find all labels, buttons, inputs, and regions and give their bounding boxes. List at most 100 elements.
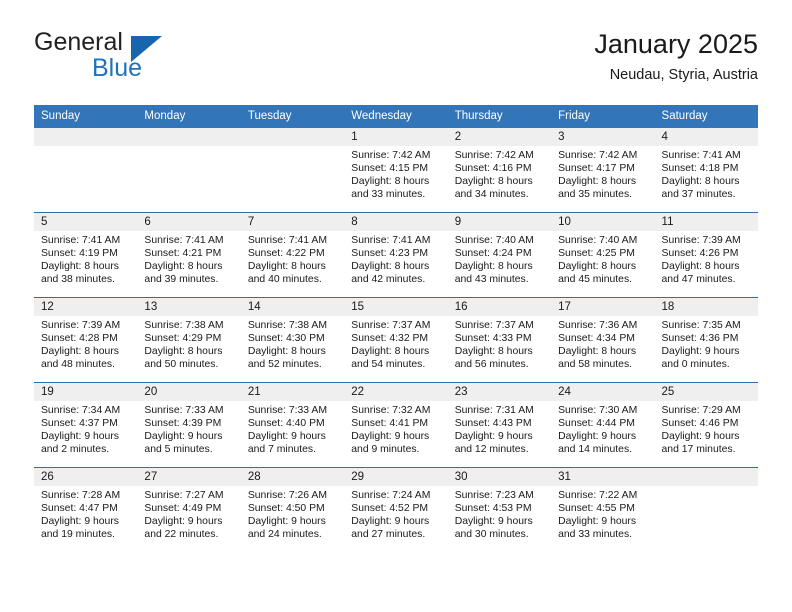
calendar-day-cell[interactable]: 1 Sunrise: 7:42 AM Sunset: 4:15 PM Daylight… (344, 128, 448, 213)
calendar-day-cell[interactable]: 15 Sunrise: 7:37 AM Sunset: 4:32 PM Dayligh… (344, 297, 448, 383)
calendar-day-cell[interactable]: 26 Sunrise: 7:28 AM Sunset: 4:47 PM Dayligh… (34, 467, 138, 552)
daylight-text-line1: Daylight: 9 hours (247, 515, 326, 527)
calendar-day-cell[interactable]: 17 Sunrise: 7:36 AM Sunset: 4:34 PM Dayligh… (551, 297, 655, 383)
daylight-text-line2: and 45 minutes. (558, 273, 633, 285)
day-details: Sunrise: 7:33 AM Sunset: 4:40 PM Daylight:… (241, 401, 344, 457)
sunset-text: Sunset: 4:33 PM (454, 332, 532, 344)
day-details: Sunrise: 7:42 AM Sunset: 4:17 PM Daylight:… (551, 146, 654, 202)
day-details: Sunrise: 7:27 AM Sunset: 4:49 PM Daylight:… (137, 486, 240, 542)
day-number: 17 (551, 298, 655, 316)
sunrise-text: Sunrise: 7:41 AM (247, 235, 327, 246)
day-details: Sunrise: 7:31 AM Sunset: 4:43 PM Daylight:… (448, 401, 551, 457)
calendar-day-cell[interactable]: 25 Sunrise: 7:29 AM Sunset: 4:46 PM Dayligh… (654, 382, 758, 468)
calendar-day-cell-empty (34, 128, 138, 213)
calendar-day-cell[interactable]: 10 Sunrise: 7:40 AM Sunset: 4:25 PM Dayligh… (551, 212, 655, 298)
calendar-day-cell[interactable]: 12 Sunrise: 7:39 AM Sunset: 4:28 PM Dayligh… (34, 297, 138, 383)
daylight-text-line1: Daylight: 9 hours (558, 430, 637, 442)
daylight-text-line1: Daylight: 9 hours (144, 515, 223, 527)
calendar-day-cell[interactable]: 4 Sunrise: 7:41 AM Sunset: 4:18 PM Daylight… (654, 128, 758, 213)
calendar-day-cell[interactable]: 5 Sunrise: 7:41 AM Sunset: 4:19 PM Daylight… (34, 212, 138, 298)
day-details: Sunrise: 7:26 AM Sunset: 4:50 PM Daylight:… (241, 486, 344, 542)
daylight-text-line2: and 54 minutes. (351, 358, 426, 370)
calendar-day-cell[interactable]: 29 Sunrise: 7:24 AM Sunset: 4:52 PM Dayligh… (344, 467, 448, 552)
page-header: General Blue January 2025 Neudau, Styria… (34, 28, 758, 96)
calendar-day-cell[interactable]: 6 Sunrise: 7:41 AM Sunset: 4:21 PM Daylight… (137, 212, 241, 298)
calendar-day-cell[interactable]: 30 Sunrise: 7:23 AM Sunset: 4:53 PM Dayligh… (447, 467, 552, 552)
sunset-text: Sunset: 4:26 PM (661, 247, 739, 259)
day-number (34, 128, 138, 146)
calendar-day-cell[interactable]: 8 Sunrise: 7:41 AM Sunset: 4:23 PM Daylight… (344, 212, 448, 298)
sunset-text: Sunset: 4:28 PM (41, 332, 118, 344)
sunset-text: Sunset: 4:21 PM (144, 247, 222, 259)
day-details: Sunrise: 7:22 AM Sunset: 4:55 PM Daylight:… (551, 486, 654, 542)
sunset-text: Sunset: 4:17 PM (558, 162, 635, 174)
sunset-text: Sunset: 4:36 PM (661, 332, 739, 344)
calendar-day-cell[interactable]: 20 Sunrise: 7:33 AM Sunset: 4:39 PM Dayligh… (137, 382, 241, 468)
day-details: Sunrise: 7:42 AM Sunset: 4:16 PM Daylight:… (448, 146, 551, 202)
day-details: Sunrise: 7:29 AM Sunset: 4:46 PM Daylight:… (655, 401, 758, 457)
daylight-text-line1: Daylight: 9 hours (454, 430, 533, 442)
calendar-day-cell[interactable]: 3 Sunrise: 7:42 AM Sunset: 4:17 PM Daylight… (551, 128, 655, 213)
daylight-text-line2: and 14 minutes. (558, 443, 633, 455)
calendar-day-cell[interactable]: 31 Sunrise: 7:22 AM Sunset: 4:55 PM Dayligh… (551, 467, 655, 552)
daylight-text-line2: and 39 minutes. (144, 273, 219, 285)
calendar-day-cell[interactable]: 2 Sunrise: 7:42 AM Sunset: 4:16 PM Daylight… (447, 128, 552, 213)
sunset-text: Sunset: 4:32 PM (351, 332, 429, 344)
day-details: Sunrise: 7:23 AM Sunset: 4:53 PM Daylight:… (448, 486, 551, 542)
calendar-week-row: 19 Sunrise: 7:34 AM Sunset: 4:37 PM Dayligh… (34, 382, 758, 468)
sunset-text: Sunset: 4:24 PM (454, 247, 532, 259)
day-number: 20 (137, 383, 241, 401)
day-number: 23 (447, 383, 552, 401)
day-number: 10 (551, 213, 655, 231)
calendar-day-cell-empty (654, 467, 758, 552)
calendar-day-cell[interactable]: 16 Sunrise: 7:37 AM Sunset: 4:33 PM Dayligh… (447, 297, 552, 383)
calendar-day-cell[interactable]: 28 Sunrise: 7:26 AM Sunset: 4:50 PM Dayligh… (240, 467, 345, 552)
daylight-text-line1: Daylight: 8 hours (454, 345, 533, 357)
daylight-text-line2: and 0 minutes. (661, 358, 730, 370)
calendar-day-cell[interactable]: 22 Sunrise: 7:32 AM Sunset: 4:41 PM Dayligh… (344, 382, 448, 468)
daylight-text-line2: and 24 minutes. (247, 528, 322, 540)
daylight-text-line2: and 50 minutes. (144, 358, 219, 370)
sunset-text: Sunset: 4:19 PM (41, 247, 118, 259)
calendar-day-cell[interactable]: 19 Sunrise: 7:34 AM Sunset: 4:37 PM Dayligh… (34, 382, 138, 468)
day-number: 9 (447, 213, 552, 231)
calendar-day-cell[interactable]: 24 Sunrise: 7:30 AM Sunset: 4:44 PM Dayligh… (551, 382, 655, 468)
sunrise-text: Sunrise: 7:35 AM (661, 320, 741, 331)
daylight-text-line2: and 22 minutes. (144, 528, 219, 540)
sunset-text: Sunset: 4:37 PM (41, 417, 118, 429)
brand-name-blue: Blue (92, 54, 143, 82)
daylight-text-line1: Daylight: 8 hours (247, 345, 326, 357)
daylight-text-line1: Daylight: 8 hours (41, 260, 119, 272)
sunset-text: Sunset: 4:16 PM (454, 162, 532, 174)
weekday-header-sunday: Sunday (34, 105, 138, 128)
daylight-text-line2: and 43 minutes. (454, 273, 529, 285)
day-details: Sunrise: 7:35 AM Sunset: 4:36 PM Daylight:… (655, 316, 758, 372)
calendar-day-cell[interactable]: 11 Sunrise: 7:39 AM Sunset: 4:26 PM Dayligh… (654, 212, 758, 298)
day-details: Sunrise: 7:40 AM Sunset: 4:25 PM Daylight:… (551, 231, 654, 287)
calendar-day-cell[interactable]: 9 Sunrise: 7:40 AM Sunset: 4:24 PM Daylight… (447, 212, 552, 298)
sunset-text: Sunset: 4:39 PM (144, 417, 222, 429)
sunrise-text: Sunrise: 7:31 AM (454, 405, 534, 416)
calendar-day-cell[interactable]: 21 Sunrise: 7:33 AM Sunset: 4:40 PM Dayligh… (240, 382, 345, 468)
sunset-text: Sunset: 4:43 PM (454, 417, 532, 429)
calendar-day-cell[interactable]: 13 Sunrise: 7:38 AM Sunset: 4:29 PM Dayligh… (137, 297, 241, 383)
daylight-text-line2: and 17 minutes. (661, 443, 736, 455)
daylight-text-line1: Daylight: 8 hours (558, 345, 637, 357)
daylight-text-line2: and 37 minutes. (661, 188, 736, 200)
sunrise-text: Sunrise: 7:40 AM (558, 235, 638, 246)
daylight-text-line2: and 33 minutes. (558, 528, 633, 540)
calendar-week-row: 26 Sunrise: 7:28 AM Sunset: 4:47 PM Dayligh… (34, 467, 758, 552)
calendar-day-cell[interactable]: 7 Sunrise: 7:41 AM Sunset: 4:22 PM Daylight… (240, 212, 345, 298)
calendar-day-cell[interactable]: 23 Sunrise: 7:31 AM Sunset: 4:43 PM Dayligh… (447, 382, 552, 468)
sunrise-text: Sunrise: 7:32 AM (351, 405, 431, 416)
calendar-day-cell[interactable]: 14 Sunrise: 7:38 AM Sunset: 4:30 PM Dayligh… (240, 297, 345, 383)
calendar-day-cell[interactable]: 27 Sunrise: 7:27 AM Sunset: 4:49 PM Dayligh… (137, 467, 241, 552)
sunset-text: Sunset: 4:22 PM (247, 247, 325, 259)
calendar-day-cell-empty (240, 128, 345, 213)
sunrise-text: Sunrise: 7:29 AM (661, 405, 741, 416)
daylight-text-line1: Daylight: 9 hours (247, 430, 326, 442)
daylight-text-line2: and 52 minutes. (247, 358, 322, 370)
daylight-text-line1: Daylight: 8 hours (454, 260, 533, 272)
calendar-day-cell[interactable]: 18 Sunrise: 7:35 AM Sunset: 4:36 PM Dayligh… (654, 297, 758, 383)
day-number: 30 (447, 468, 552, 486)
